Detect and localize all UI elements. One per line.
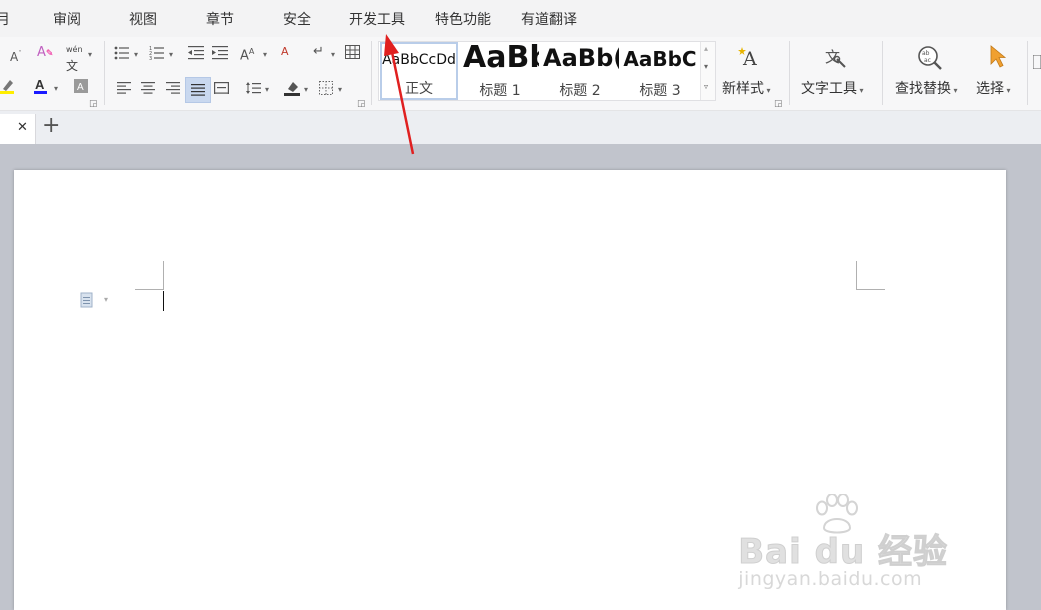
- annotation-arrow: [384, 34, 415, 155]
